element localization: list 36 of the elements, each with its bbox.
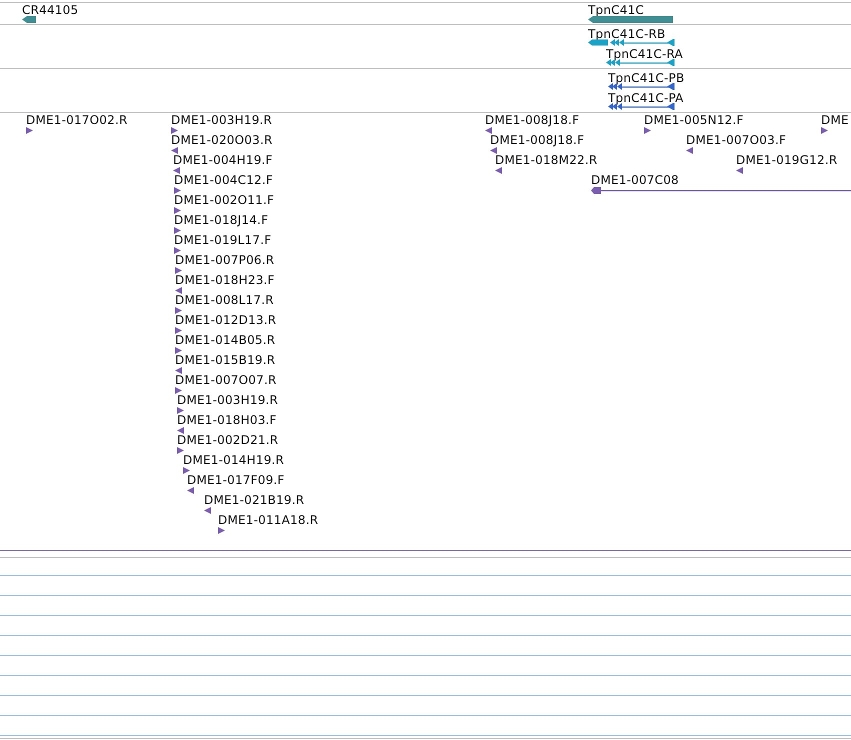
- feature-label: DME1-002O11.F: [174, 193, 274, 207]
- feature-label: DME1-008L17.R: [175, 293, 274, 307]
- feature-label: DME1-007P06.R: [175, 253, 274, 267]
- feature-label: DME1-002D21.R: [177, 433, 278, 447]
- feature-label: TpnC41C-RB: [588, 27, 666, 41]
- feature-label: TpnC41C-RA: [606, 47, 683, 61]
- feature-label: DME1-007O07.R: [175, 373, 277, 387]
- feature-label: DME1-008J18.F: [485, 113, 580, 127]
- feature-label: DME1-014H19.R: [183, 453, 284, 467]
- feature-label: DME1-017F09.F: [187, 473, 285, 487]
- feature-label: DME1-018J14.F: [174, 213, 268, 227]
- feature-label: DME1-012D13.R: [175, 313, 276, 327]
- feature-label: TpnC41C-PB: [608, 71, 684, 85]
- feature-label: DME1-011A18.R: [218, 513, 318, 527]
- feature-label: DME1-019G12.R: [736, 153, 838, 167]
- feature-label: DME1-005N12.F: [644, 113, 744, 127]
- feature-label: DME1-003H19.R: [171, 113, 272, 127]
- feature-label: TpnC41C-PA: [608, 91, 684, 105]
- feature-label: DME1-017O02.R: [26, 113, 128, 127]
- feature-label: CR44105: [22, 3, 78, 17]
- feature-label: DME1-018H03.F: [177, 413, 277, 427]
- feature-label: DME1-004C12.F: [174, 173, 274, 187]
- feature-label: DME1-014B05.R: [175, 333, 276, 347]
- feature-label: DME1-007C08: [591, 173, 679, 187]
- feature-label: DME1-018H23.F: [175, 273, 275, 287]
- feature-label: DME1-007O03.F: [686, 133, 786, 147]
- feature-label: DME1-020O03.R: [171, 133, 273, 147]
- feature-label: DME1-008J18.F: [490, 133, 584, 147]
- feature-label: DME1-003H19.R: [177, 393, 278, 407]
- feature-label: DME1-021B19.R: [204, 493, 304, 507]
- feature-label: DME: [821, 113, 849, 127]
- feature-label: DME1-015B19.R: [175, 353, 276, 367]
- feature-label: DME1-019L17.F: [174, 233, 272, 247]
- feature-label: DME1-004H19.F: [173, 153, 273, 167]
- feature-label: TpnC41C: [588, 3, 644, 17]
- feature-label: DME1-018M22.R: [495, 153, 598, 167]
